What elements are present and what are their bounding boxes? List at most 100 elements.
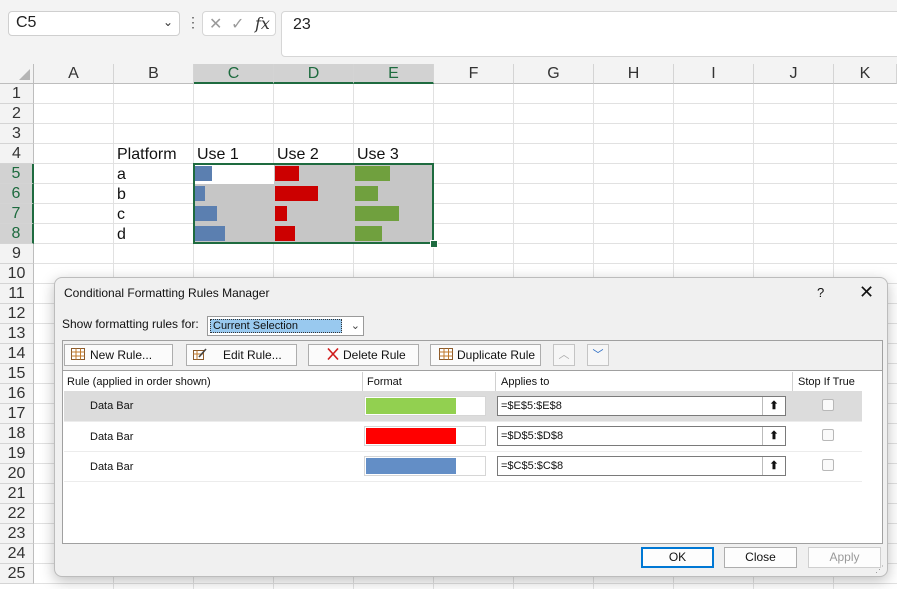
new-rule-button[interactable]: New Rule...: [64, 344, 173, 366]
format-swatch: [366, 428, 456, 444]
applies-to-value: =$D$5:$D$8: [501, 430, 564, 442]
stop-if-true-checkbox[interactable]: [822, 459, 834, 471]
gridline: [34, 243, 897, 244]
row-header-9[interactable]: 9: [0, 244, 34, 264]
column-header-k[interactable]: K: [834, 64, 897, 84]
row-header-25[interactable]: 25: [0, 564, 34, 584]
row-header-5[interactable]: 5: [0, 164, 34, 184]
row-header-7[interactable]: 7: [0, 204, 34, 224]
rule-name: Data Bar: [90, 400, 134, 412]
row-header-3[interactable]: 3: [0, 124, 34, 144]
cell-c4[interactable]: Use 1: [197, 145, 239, 165]
collapse-dialog-icon[interactable]: ⬆: [762, 457, 785, 475]
close-icon[interactable]: ✕: [859, 282, 874, 303]
apply-button[interactable]: Apply: [808, 547, 881, 568]
fill-handle[interactable]: [430, 240, 438, 248]
row-header-12[interactable]: 12: [0, 304, 34, 324]
help-icon[interactable]: ?: [817, 285, 824, 300]
chevron-down-icon[interactable]: ⌄: [163, 15, 173, 29]
column-header-stop-if-true: Stop If True: [798, 376, 855, 388]
cell-b5[interactable]: a: [117, 165, 126, 185]
cell-b7[interactable]: c: [117, 205, 125, 225]
duplicate-rule-button[interactable]: Duplicate Rule: [430, 344, 541, 366]
gridline: [34, 183, 897, 184]
show-rules-select[interactable]: Current Selection ⌄: [207, 316, 364, 336]
stop-if-true-checkbox[interactable]: [822, 399, 834, 411]
row-header-1[interactable]: 1: [0, 84, 34, 104]
delete-rule-button[interactable]: Delete Rule: [308, 344, 419, 366]
applies-to-field[interactable]: =$E$5:$E$8 ⬆: [497, 396, 786, 416]
row-header-17[interactable]: 17: [0, 404, 34, 424]
cancel-icon[interactable]: ✕: [209, 14, 222, 34]
format-swatch: [366, 458, 456, 474]
row-header-19[interactable]: 19: [0, 444, 34, 464]
row-header-14[interactable]: 14: [0, 344, 34, 364]
more-options-icon[interactable]: ⋮: [186, 14, 200, 31]
column-header-j[interactable]: J: [754, 64, 834, 84]
edit-rule-label: Edit Rule...: [223, 348, 282, 362]
gridline: [34, 223, 897, 224]
format-preview: [364, 396, 486, 416]
collapse-dialog-icon[interactable]: ⬆: [762, 427, 785, 445]
move-up-icon[interactable]: ︿: [553, 344, 575, 366]
row-header-18[interactable]: 18: [0, 424, 34, 444]
new-rule-icon: [71, 348, 85, 360]
formula-value: 23: [293, 16, 311, 33]
column-header-b[interactable]: B: [114, 64, 194, 84]
edit-rule-icon: [193, 348, 207, 360]
column-header-c[interactable]: C: [194, 64, 274, 84]
resize-grip-icon[interactable]: ⋰: [875, 564, 884, 575]
cell-b4[interactable]: Platform: [117, 145, 177, 165]
column-header-h[interactable]: H: [594, 64, 674, 84]
collapse-dialog-icon[interactable]: ⬆: [762, 397, 785, 415]
insert-function-icon[interactable]: fx: [255, 14, 270, 33]
duplicate-rule-icon: [439, 348, 453, 360]
row-header-4[interactable]: 4: [0, 144, 34, 164]
ok-button[interactable]: OK: [641, 547, 714, 568]
format-preview: [364, 426, 486, 446]
stop-if-true-checkbox[interactable]: [822, 429, 834, 441]
row-header-21[interactable]: 21: [0, 484, 34, 504]
column-header-d[interactable]: D: [274, 64, 354, 84]
applies-to-value: =$C$5:$C$8: [501, 460, 564, 472]
row-header-20[interactable]: 20: [0, 464, 34, 484]
column-header-g[interactable]: G: [514, 64, 594, 84]
close-button[interactable]: Close: [724, 547, 797, 568]
column-header-a[interactable]: A: [34, 64, 114, 84]
column-header-applies-to: Applies to: [501, 376, 550, 388]
applies-to-field[interactable]: =$C$5:$C$8 ⬆: [497, 456, 786, 476]
row-header-10[interactable]: 10: [0, 264, 34, 284]
formula-input[interactable]: 23: [281, 11, 897, 57]
column-separator: [792, 372, 793, 392]
column-header-f[interactable]: F: [434, 64, 514, 84]
column-separator: [362, 372, 363, 392]
row-header-13[interactable]: 13: [0, 324, 34, 344]
conditional-formatting-rules-manager-dialog: Conditional Formatting Rules Manager ? ✕…: [54, 277, 888, 577]
duplicate-rule-label: Duplicate Rule: [457, 348, 536, 362]
name-box[interactable]: C5 ⌄: [8, 11, 180, 36]
gridline: [34, 143, 897, 144]
column-header-e[interactable]: E: [354, 64, 434, 84]
cell-d4[interactable]: Use 2: [277, 145, 319, 165]
row-header-16[interactable]: 16: [0, 384, 34, 404]
row-header-11[interactable]: 11: [0, 284, 34, 304]
gridline: [34, 123, 897, 124]
row-header-15[interactable]: 15: [0, 364, 34, 384]
format-swatch: [366, 398, 456, 414]
cell-b6[interactable]: b: [117, 185, 126, 205]
row-header-24[interactable]: 24: [0, 544, 34, 564]
enter-icon[interactable]: ✓: [231, 14, 244, 34]
applies-to-field[interactable]: =$D$5:$D$8 ⬆: [497, 426, 786, 446]
row-header-8[interactable]: 8: [0, 224, 34, 244]
chevron-down-icon[interactable]: ⌄: [351, 319, 360, 332]
row-header-2[interactable]: 2: [0, 104, 34, 124]
cell-e4[interactable]: Use 3: [357, 145, 399, 165]
column-header-i[interactable]: I: [674, 64, 754, 84]
row-header-6[interactable]: 6: [0, 184, 34, 204]
column-header-format: Format: [367, 376, 402, 388]
row-header-23[interactable]: 23: [0, 524, 34, 544]
cell-b8[interactable]: d: [117, 225, 126, 245]
move-down-icon[interactable]: ﹀: [587, 344, 609, 366]
row-header-22[interactable]: 22: [0, 504, 34, 524]
edit-rule-button[interactable]: Edit Rule...: [186, 344, 297, 366]
